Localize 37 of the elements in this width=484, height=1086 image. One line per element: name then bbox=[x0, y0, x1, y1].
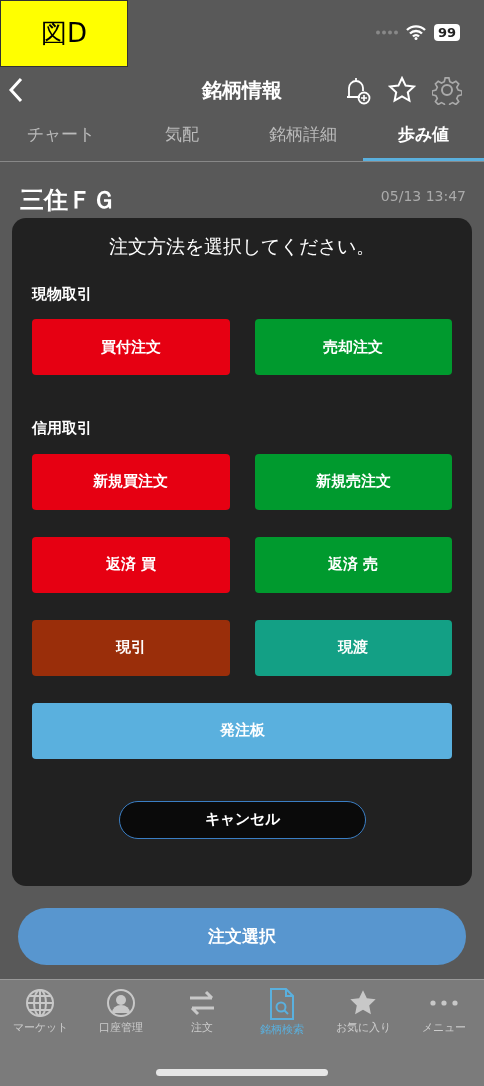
tab-bar-item[interactable]: お気に入り bbox=[322, 988, 404, 1046]
order-button[interactable]: 返済 買 bbox=[32, 536, 230, 593]
order-button[interactable]: 新規買注文 bbox=[32, 453, 230, 510]
wifi-icon bbox=[405, 25, 426, 40]
order-button[interactable]: 売却注文 bbox=[254, 319, 452, 375]
section-heading: 現物取引 bbox=[32, 283, 93, 305]
globe-icon bbox=[25, 988, 56, 1018]
stock-name: 三住ＦＧ bbox=[20, 185, 116, 216]
timestamp: 05/13 13:47 bbox=[380, 187, 466, 206]
tab-bar-item[interactable]: 口座管理 bbox=[80, 988, 162, 1046]
figure-label: 図D bbox=[0, 0, 128, 67]
person-icon bbox=[106, 988, 136, 1018]
tab[interactable]: 気配 bbox=[121, 112, 242, 161]
signal-icon bbox=[375, 30, 398, 35]
tab-bar-item[interactable]: メニュー bbox=[403, 988, 484, 1046]
tab[interactable]: チャート bbox=[0, 112, 121, 161]
section-heading: 信用取引 bbox=[32, 418, 93, 439]
order-button[interactable]: 新規売注文 bbox=[254, 453, 452, 510]
tab-bar-item[interactable]: 注文 bbox=[161, 988, 242, 1046]
tab[interactable]: 銘柄詳細 bbox=[242, 112, 363, 161]
back-icon[interactable] bbox=[8, 77, 24, 103]
cancel-button[interactable]: キャンセル bbox=[118, 800, 366, 839]
tab[interactable]: 歩み値 bbox=[363, 112, 484, 161]
order-select-button[interactable]: 注文選択 bbox=[18, 908, 466, 965]
order-button[interactable]: 現引 bbox=[32, 619, 230, 676]
order-button[interactable]: 現渡 bbox=[254, 619, 452, 676]
more-icon bbox=[429, 1000, 458, 1006]
settings-icon[interactable] bbox=[432, 75, 462, 105]
tab-bar-item[interactable]: マーケット bbox=[0, 988, 81, 1046]
dialog-title: 注文方法を選択してください。 bbox=[108, 234, 376, 259]
document-search-icon bbox=[269, 988, 296, 1020]
order-button[interactable]: 買付注文 bbox=[32, 319, 230, 375]
star-icon[interactable] bbox=[388, 76, 416, 104]
order-button[interactable]: 返済 売 bbox=[254, 536, 452, 593]
screen-title: 銘柄情報 bbox=[202, 77, 282, 104]
battery-icon: 99 bbox=[433, 24, 460, 41]
order-button[interactable]: 発注板 bbox=[32, 702, 452, 759]
